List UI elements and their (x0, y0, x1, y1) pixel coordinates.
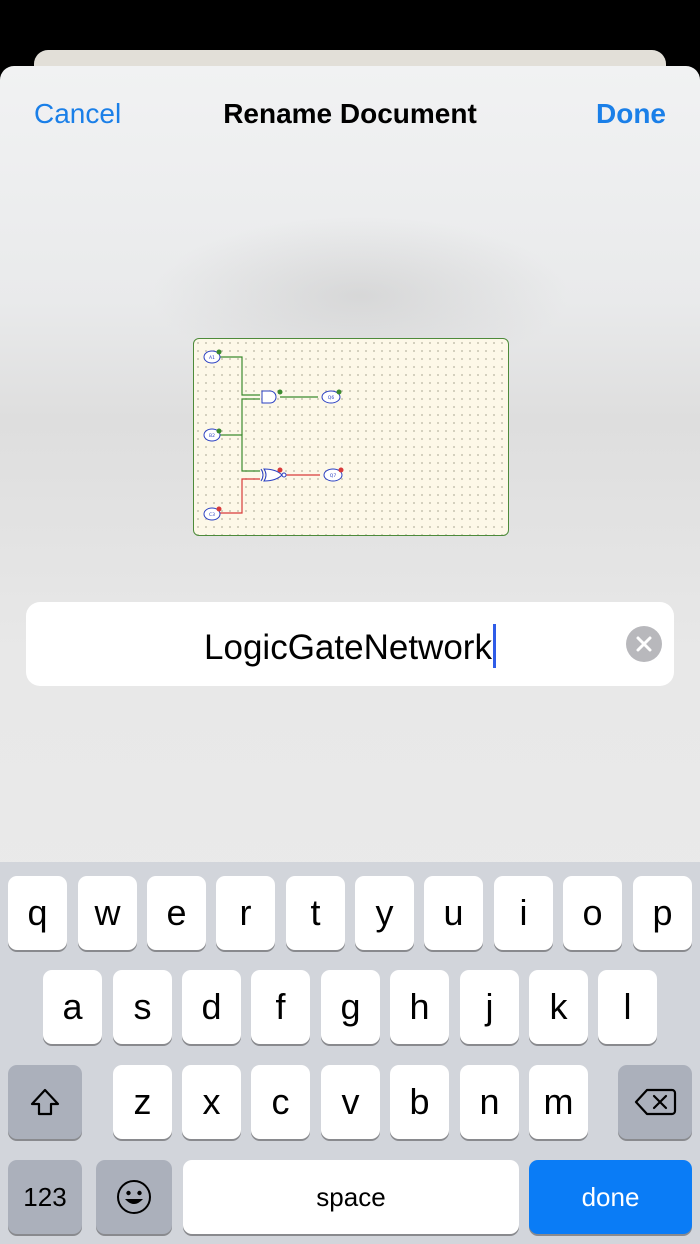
space-key[interactable]: space (183, 1160, 519, 1234)
input-label: B2 (209, 433, 215, 439)
key-h[interactable]: h (390, 970, 449, 1044)
input-label: A1 (209, 355, 215, 361)
key-m[interactable]: m (529, 1065, 588, 1139)
key-d[interactable]: d (182, 970, 241, 1044)
shift-key[interactable] (8, 1065, 82, 1139)
done-return-key[interactable]: done (529, 1160, 692, 1234)
output-label: Q6 (328, 395, 335, 401)
key-k[interactable]: k (529, 970, 588, 1044)
circuit-diagram: A1 B2 C3 Q6 Q7 (203, 349, 344, 521)
key-o[interactable]: o (563, 876, 622, 950)
key-f[interactable]: f (251, 970, 310, 1044)
key-x[interactable]: x (182, 1065, 241, 1139)
document-name-text: LogicGateNetwork (204, 628, 492, 667)
input-label: C3 (209, 512, 215, 518)
key-j[interactable]: j (460, 970, 519, 1044)
shift-icon (30, 1088, 60, 1116)
key-u[interactable]: u (424, 876, 483, 950)
wires (220, 356, 320, 514)
and-gate (261, 390, 277, 404)
key-q[interactable]: q (8, 876, 67, 950)
emoji-icon (117, 1180, 151, 1214)
key-v[interactable]: v (321, 1065, 380, 1139)
delete-backspace-icon (634, 1088, 677, 1116)
navigation-bar: Cancel Rename Document Done (0, 66, 700, 166)
text-cursor (492, 624, 496, 668)
key-s[interactable]: s (113, 970, 172, 1044)
close-icon (636, 636, 652, 652)
clear-text-button[interactable] (626, 626, 662, 662)
key-b[interactable]: b (390, 1065, 449, 1139)
document-thumbnail: A1 B2 C3 Q6 Q7 (193, 338, 509, 536)
key-z[interactable]: z (113, 1065, 172, 1139)
key-r[interactable]: r (216, 876, 275, 950)
sheet-title: Rename Document (223, 98, 477, 129)
key-i[interactable]: i (494, 876, 553, 950)
key-w[interactable]: w (78, 876, 137, 950)
delete-key[interactable] (618, 1065, 692, 1139)
done-button[interactable]: Done (596, 98, 666, 130)
keyboard: q w e r t y u i o p a s d f g h j k l z … (0, 862, 700, 1244)
document-name-field[interactable]: LogicGateNetwork (26, 602, 674, 686)
key-g[interactable]: g (321, 970, 380, 1044)
output-label: Q7 (330, 473, 337, 479)
key-a[interactable]: a (43, 970, 102, 1044)
key-y[interactable]: y (355, 876, 414, 950)
key-e[interactable]: e (147, 876, 206, 950)
key-n[interactable]: n (460, 1065, 519, 1139)
emoji-key[interactable] (96, 1160, 172, 1234)
key-t[interactable]: t (286, 876, 345, 950)
numbers-key[interactable]: 123 (8, 1160, 82, 1234)
key-c[interactable]: c (251, 1065, 310, 1139)
key-p[interactable]: p (633, 876, 692, 950)
key-l[interactable]: l (598, 970, 657, 1044)
